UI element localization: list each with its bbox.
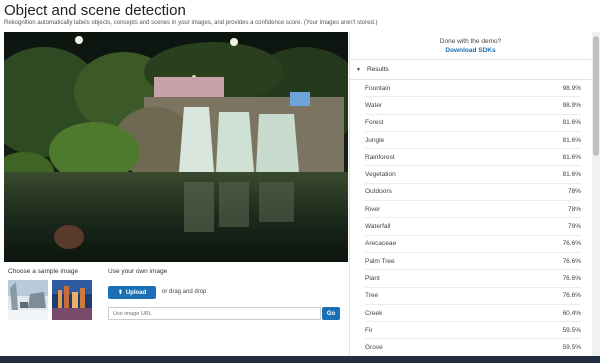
result-score: 59.5%	[562, 344, 581, 352]
results-header-label: Results	[366, 66, 389, 73]
page-subtitle: Rekognition automatically labels objects…	[4, 20, 378, 26]
result-label: Palm Tree	[365, 257, 395, 265]
waterfall-photo-icon	[4, 32, 348, 262]
result-label: Plant	[365, 274, 380, 282]
demo-box: Done with the demo? Download SDKs	[350, 32, 591, 60]
result-row: Vegetation 81.6%	[365, 166, 581, 184]
scrollbar-thumb[interactable]	[593, 36, 599, 156]
results-scrollbar[interactable]	[592, 32, 600, 363]
result-label: Tree	[365, 292, 379, 300]
result-score: 98.9%	[562, 101, 581, 109]
result-label: Fir	[365, 326, 373, 334]
sample-thumbnail-snow[interactable]	[8, 280, 48, 320]
result-score: 60.4%	[562, 309, 581, 317]
result-score: 78%	[567, 188, 581, 196]
main-image	[4, 32, 348, 262]
results-toggle[interactable]: ▼ Results	[350, 60, 591, 80]
result-label: Jungle	[365, 136, 385, 144]
result-row: Fountain 98.9%	[365, 80, 581, 98]
result-row: Waterfall 78%	[365, 218, 581, 236]
results-panel: Done with the demo? Download SDKs ▼ Resu…	[349, 32, 591, 363]
demo-text: Done with the demo?	[439, 38, 502, 45]
result-label: Outdoors	[365, 188, 392, 196]
city-skyline-photo-icon	[52, 280, 92, 320]
results-list: Fountain 98.9% Water 98.9% Forest 81.6% Jungle…	[350, 80, 591, 357]
result-label: River	[365, 205, 381, 213]
result-label: Rainforest	[365, 153, 395, 161]
result-row: Fir 59.5%	[365, 322, 581, 340]
result-row: Outdoors 78%	[365, 184, 581, 202]
result-score: 78%	[567, 223, 581, 231]
sample-thumbnail-city[interactable]	[52, 280, 92, 320]
result-score: 81.6%	[562, 119, 581, 127]
result-label: Waterfall	[365, 223, 391, 231]
result-label: Creek	[365, 309, 383, 317]
result-score: 81.6%	[562, 136, 581, 144]
result-row: Creek 60.4%	[365, 305, 581, 323]
result-row: Plant 76.6%	[365, 270, 581, 288]
download-sdks-link[interactable]: Download SDKs	[350, 47, 591, 54]
caret-down-icon: ▼	[356, 66, 361, 73]
result-label: Fountain	[365, 84, 391, 92]
go-button[interactable]: Go	[322, 307, 340, 320]
upload-icon: ⬆	[117, 290, 123, 296]
result-score: 76.6%	[562, 257, 581, 265]
upload-button-label: Upload	[125, 289, 147, 296]
own-image-label: Use your own image	[108, 268, 168, 275]
result-score: 98.9%	[562, 84, 581, 92]
result-row: Tree 76.6%	[365, 288, 581, 305]
result-score: 78%	[567, 205, 581, 213]
result-row: Palm Tree 76.6%	[365, 253, 581, 271]
sample-image-label: Choose a sample image	[8, 268, 79, 275]
result-label: Water	[365, 101, 383, 109]
result-row: River 78%	[365, 201, 581, 219]
result-score: 59.5%	[562, 326, 581, 334]
result-score: 76.6%	[562, 240, 581, 248]
result-row: Water 98.9%	[365, 97, 581, 115]
result-label: Grove	[365, 344, 383, 352]
result-row: Arecaceae 76.6%	[365, 236, 581, 253]
result-row: Forest 81.6%	[365, 115, 581, 132]
result-label: Arecaceae	[365, 240, 397, 248]
upload-button[interactable]: ⬆ Upload	[108, 286, 156, 299]
result-score: 81.6%	[562, 153, 581, 161]
page-title: Object and scene detection	[4, 2, 186, 19]
footer-bar	[0, 356, 600, 363]
snowy-street-photo-icon	[8, 280, 48, 320]
result-row: Rainforest 81.6%	[365, 149, 581, 167]
result-score: 76.6%	[562, 274, 581, 282]
result-row: Jungle 81.6%	[365, 132, 581, 150]
result-label: Forest	[365, 119, 384, 127]
result-row: Grove 59.5%	[365, 339, 581, 357]
result-label: Vegetation	[365, 171, 396, 179]
image-url-input[interactable]	[108, 307, 321, 320]
drag-drop-text: or drag and drop	[162, 289, 207, 295]
result-score: 81.6%	[562, 171, 581, 179]
result-score: 76.6%	[562, 292, 581, 300]
